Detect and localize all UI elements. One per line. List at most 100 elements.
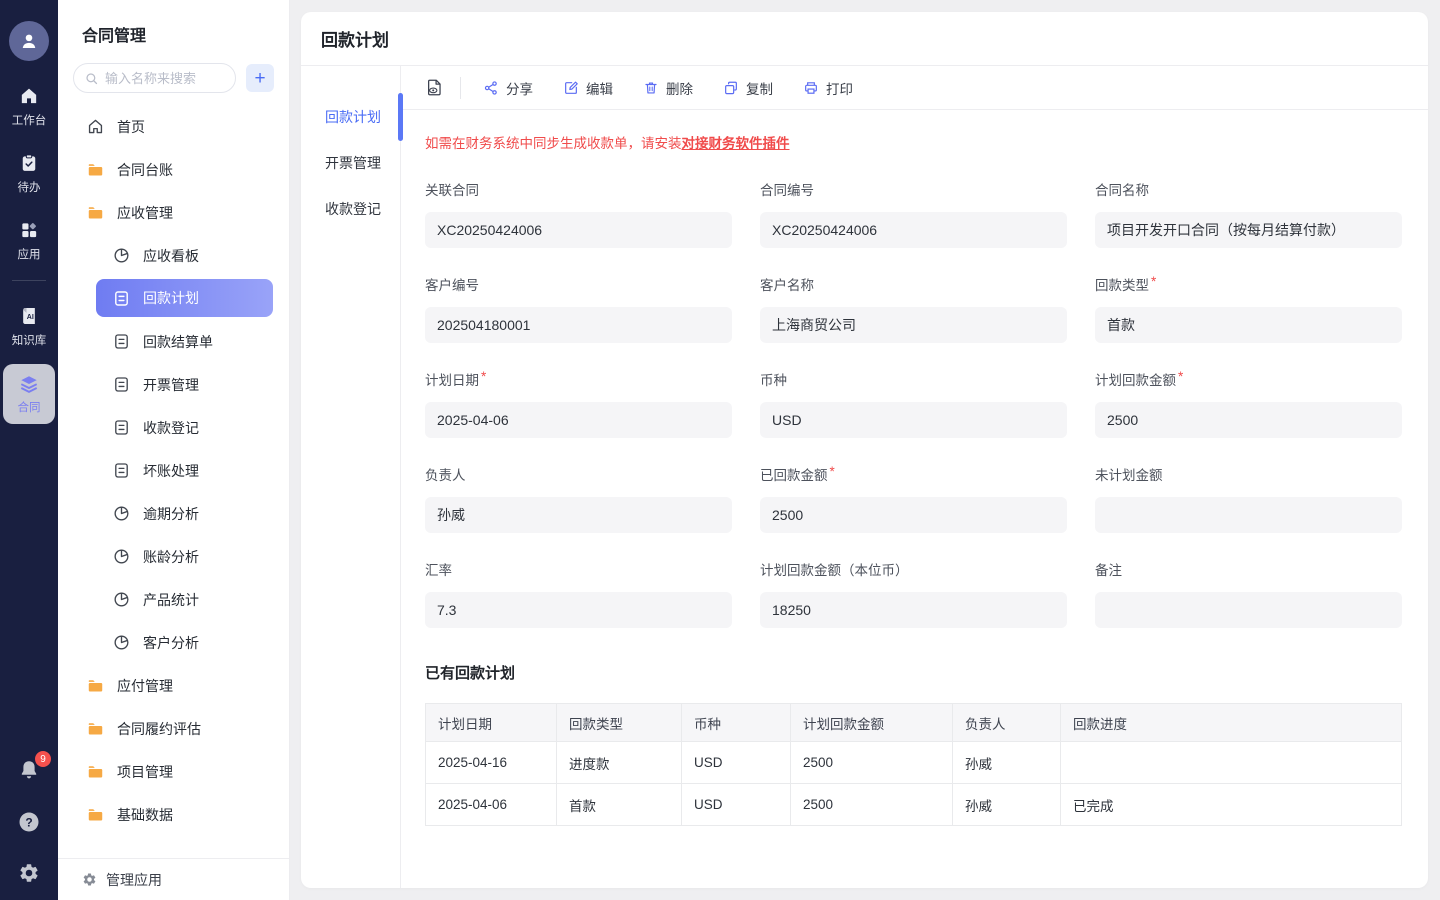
cell-plan-date: 2025-04-06 [426, 784, 557, 826]
pie-chart-icon [112, 633, 131, 652]
sidebar-item-contract-ledger[interactable]: 合同台账 [58, 148, 289, 191]
rail-item-label: 工作台 [12, 112, 47, 128]
search-box[interactable] [73, 63, 236, 93]
sidebar-item-product-stats[interactable]: 产品统计 [58, 578, 289, 621]
toolbar: 分享 编辑 删除 [401, 66, 1428, 110]
rail-item-label: 知识库 [12, 332, 47, 348]
share-button[interactable]: 分享 [483, 78, 533, 98]
settings-button[interactable] [18, 862, 40, 884]
document-icon [112, 289, 131, 308]
notifications-button[interactable]: 9 [17, 758, 41, 782]
share-label: 分享 [506, 78, 533, 98]
tab-label: 回款计划 [325, 107, 381, 127]
rail-item-label: 应用 [18, 246, 41, 262]
rail-item-knowledge-base[interactable]: AI 知识库 [0, 306, 58, 348]
field-value[interactable]: 18250 [760, 592, 1067, 628]
sidebar-item-label: 客户分析 [143, 633, 199, 653]
cell-planned-amount: 2500 [791, 742, 953, 784]
cell-owner: 孙威 [953, 784, 1061, 826]
cell-plan-date: 2025-04-16 [426, 742, 557, 784]
field-label: 未计划金额 [1095, 464, 1163, 484]
gear-small-icon [82, 872, 97, 887]
field-contract-no: 合同编号 XC20250424006 [760, 179, 1067, 248]
manage-apps-button[interactable]: 管理应用 [58, 858, 289, 900]
rail-item-workbench[interactable]: 工作台 [0, 86, 58, 128]
sidebar-item-payable-mgmt[interactable]: 应付管理 [58, 664, 289, 707]
table-row[interactable]: 2025-04-06 首款 USD 2500 孙威 已完成 [426, 784, 1402, 826]
sidebar-item-payment-plan-selected[interactable]: 回款计划 [96, 279, 273, 317]
copy-icon [723, 80, 739, 96]
preview-document-button[interactable] [425, 78, 444, 97]
tab-payment-plan[interactable]: 回款计划 [301, 94, 400, 140]
help-button[interactable]: ? [17, 810, 41, 834]
field-customer-name: 客户名称 上海商贸公司 [760, 274, 1067, 343]
field-currency: 币种 USD [760, 369, 1067, 438]
sidebar-item-performance-eval[interactable]: 合同履约评估 [58, 707, 289, 750]
rail-item-contract-active[interactable]: 合同 [3, 364, 55, 424]
field-value[interactable]: 2500 [1095, 402, 1402, 438]
field-value[interactable]: 首款 [1095, 307, 1402, 343]
app-rail: 工作台 待办 应用 AI 知识库 合同 9 [0, 0, 58, 900]
field-value[interactable]: 上海商贸公司 [760, 307, 1067, 343]
search-input[interactable] [105, 71, 225, 86]
sidebar-item-label: 账龄分析 [143, 547, 199, 567]
field-value[interactable]: XC20250424006 [425, 212, 732, 248]
folder-icon [86, 160, 105, 179]
sidebar-item-bad-debt[interactable]: 坏账处理 [58, 449, 289, 492]
pie-chart-icon [112, 547, 131, 566]
field-label: 币种 [760, 369, 787, 389]
sidebar-item-receipt-register[interactable]: 收款登记 [58, 406, 289, 449]
field-received-amount: 已回款金额* 2500 [760, 464, 1067, 533]
edit-label: 编辑 [586, 78, 613, 98]
sidebar-item-invoice-mgmt[interactable]: 开票管理 [58, 363, 289, 406]
table-header-row: 计划日期 回款类型 币种 计划回款金额 负责人 回款进度 [426, 704, 1402, 742]
toolbar-divider [460, 77, 461, 99]
field-label: 关联合同 [425, 179, 479, 199]
field-value[interactable]: 项目开发开口合同（按每月结算付款） [1095, 212, 1402, 248]
field-value[interactable] [1095, 592, 1402, 628]
col-plan-date: 计划日期 [426, 704, 557, 742]
share-icon [483, 80, 499, 96]
sidebar-item-customer-analysis[interactable]: 客户分析 [58, 621, 289, 664]
sidebar-item-aging-analysis[interactable]: 账龄分析 [58, 535, 289, 578]
ai-book-icon: AI [19, 306, 39, 326]
sidebar-item-label: 坏账处理 [143, 461, 199, 481]
copy-button[interactable]: 复制 [723, 78, 773, 98]
document-icon [112, 418, 131, 437]
tab-receipt-register[interactable]: 收款登记 [301, 186, 400, 232]
table-row[interactable]: 2025-04-16 进度款 USD 2500 孙威 [426, 742, 1402, 784]
notice-text: 如需在财务系统中同步生成收款单，请安装 [425, 136, 682, 151]
rail-bottom: 9 ? [17, 758, 41, 900]
sidebar-item-project-mgmt[interactable]: 项目管理 [58, 750, 289, 793]
cell-currency: USD [682, 784, 791, 826]
sidebar: 合同管理 + 首页 合同台账 应收管理 [58, 0, 290, 900]
tab-invoice-mgmt[interactable]: 开票管理 [301, 140, 400, 186]
field-value[interactable]: XC20250424006 [760, 212, 1067, 248]
sidebar-item-receivable-board[interactable]: 应收看板 [58, 234, 289, 277]
field-value[interactable]: USD [760, 402, 1067, 438]
field-value[interactable]: 孙威 [425, 497, 732, 533]
rail-item-todo[interactable]: 待办 [0, 153, 58, 195]
sidebar-item-receivable-mgmt[interactable]: 应收管理 [58, 191, 289, 234]
field-value[interactable]: 2500 [760, 497, 1067, 533]
sidebar-item-payment-settlement[interactable]: 回款结算单 [58, 320, 289, 363]
sidebar-item-home[interactable]: 首页 [58, 105, 289, 148]
finance-plugin-link[interactable]: 对接财务软件插件 [682, 136, 790, 151]
add-button[interactable]: + [246, 64, 274, 92]
delete-button[interactable]: 删除 [643, 78, 693, 98]
field-value[interactable]: 202504180001 [425, 307, 732, 343]
field-label: 计划日期 [425, 369, 479, 389]
print-button[interactable]: 打印 [803, 78, 853, 98]
sidebar-item-base-data[interactable]: 基础数据 [58, 793, 289, 836]
edit-button[interactable]: 编辑 [563, 78, 613, 98]
sidebar-item-overdue-analysis[interactable]: 逾期分析 [58, 492, 289, 535]
field-value[interactable]: 7.3 [425, 592, 732, 628]
rail-item-apps[interactable]: 应用 [0, 220, 58, 262]
sidebar-item-label: 产品统计 [143, 590, 199, 610]
field-value[interactable]: 2025-04-06 [425, 402, 732, 438]
field-value[interactable] [1095, 497, 1402, 533]
sidebar-menu: 首页 合同台账 应收管理 应收看板 回款计划 [58, 105, 289, 858]
cell-payment-type: 进度款 [557, 742, 682, 784]
field-label: 负责人 [425, 464, 466, 484]
avatar[interactable] [9, 21, 49, 61]
